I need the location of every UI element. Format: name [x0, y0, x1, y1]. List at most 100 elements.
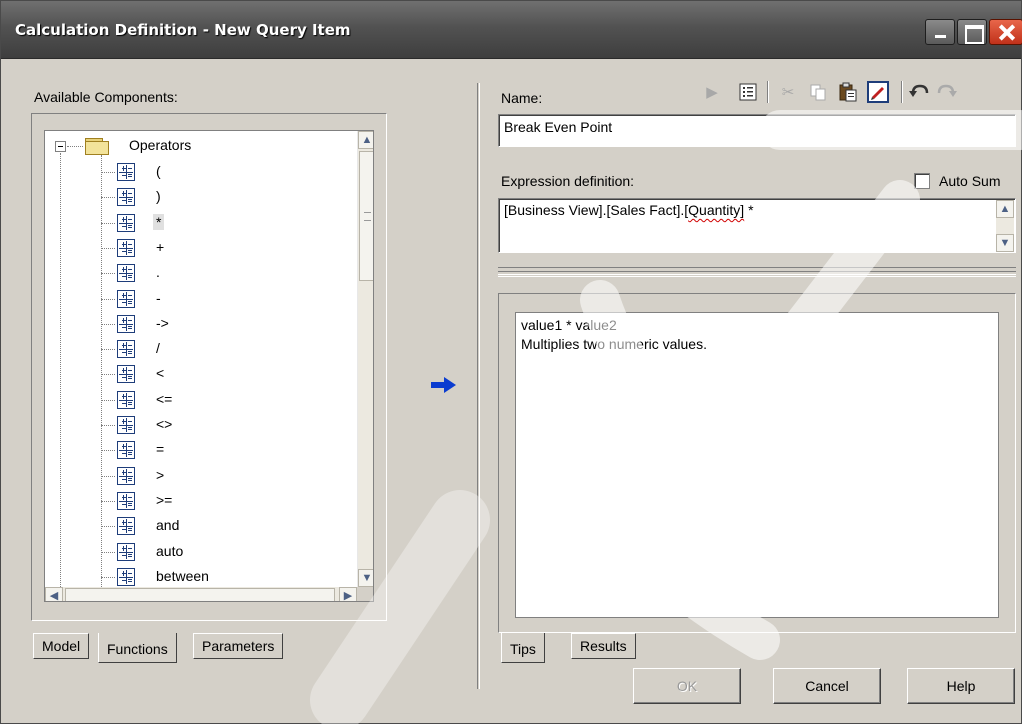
scroll-left-button[interactable]: ◀: [45, 587, 63, 601]
tree-node-operator[interactable]: ): [45, 185, 357, 210]
properties-icon[interactable]: [737, 81, 759, 103]
operator-label: =: [156, 441, 165, 458]
operator-label: auto: [156, 542, 184, 559]
tree-horizontal-scrollbar[interactable]: ◀ ▶: [45, 587, 357, 601]
expression-editor[interactable]: [Business View].[Sales Fact].[Quantity] …: [498, 198, 1016, 253]
undo-icon[interactable]: [909, 81, 931, 103]
toolbar-separator: [901, 81, 903, 103]
tips-content: value1 * value2 Multiplies two numeric v…: [515, 312, 999, 618]
scroll-up-button[interactable]: ▲: [358, 131, 373, 149]
tree-node-operator[interactable]: <>: [45, 413, 357, 438]
tree-node-operator[interactable]: .: [45, 261, 357, 286]
operator-label: .: [156, 264, 160, 281]
operator-label: -: [156, 289, 161, 306]
tree-guide-line: [101, 450, 115, 452]
run-icon[interactable]: ▶: [701, 81, 723, 103]
name-label: Name:: [501, 90, 543, 106]
expression-scrollbar[interactable]: ▲ ▼: [996, 200, 1014, 252]
tree-node-operator[interactable]: auto: [45, 540, 357, 565]
scroll-thumb[interactable]: [359, 151, 373, 281]
tree-node-operator[interactable]: =: [45, 438, 357, 463]
pane-divider[interactable]: [498, 267, 1016, 277]
tree-node-operator[interactable]: (: [45, 160, 357, 185]
copy-icon[interactable]: [807, 81, 829, 103]
tree-node-operators[interactable]: Operators: [129, 137, 191, 153]
tree-vertical-scrollbar[interactable]: ▲ ▼: [357, 131, 373, 587]
operator-function-icon: [117, 289, 135, 308]
tree-node-operator[interactable]: >=: [45, 489, 357, 514]
tree-guide-line: [101, 551, 115, 553]
tips-description: Multiplies two numeric values.: [521, 336, 707, 352]
tab-model[interactable]: Model: [33, 633, 90, 659]
minimize-button[interactable]: [925, 19, 955, 45]
operator-label: <=: [156, 390, 173, 407]
operator-function-icon: [117, 542, 135, 561]
close-button[interactable]: [989, 19, 1022, 45]
cancel-button[interactable]: Cancel: [773, 668, 881, 704]
components-tree[interactable]: Operators () * +. - -> / < <= <> = > >= and auto betwe…: [44, 130, 374, 602]
operator-label: and: [156, 517, 180, 534]
components-panel: Operators () * +. - -> / < <= <> = > >= and auto betwe…: [31, 113, 387, 621]
name-input[interactable]: Break Even Point: [498, 114, 1016, 147]
tree-node-operator[interactable]: +: [45, 236, 357, 261]
tree-node-operator[interactable]: -: [45, 287, 357, 312]
panel-splitter[interactable]: [477, 83, 480, 689]
operator-label: +: [156, 238, 165, 255]
tree-guide-line: [101, 247, 115, 249]
tab-functions[interactable]: Functions: [98, 633, 177, 663]
operator-function-icon: [117, 238, 135, 257]
tree-guide-line: [101, 349, 115, 351]
tree-node-operator[interactable]: *: [45, 211, 357, 236]
title-bar[interactable]: Calculation Definition - New Query Item: [1, 1, 1022, 59]
tree-guide-line: [101, 399, 115, 401]
expression-scroll-up[interactable]: ▲: [996, 200, 1014, 218]
tree-guide-line: [101, 475, 115, 477]
cut-icon[interactable]: ✂: [777, 81, 799, 103]
operator-function-icon: [117, 416, 135, 434]
paste-icon[interactable]: [837, 81, 859, 103]
tree-node-operator[interactable]: <=: [45, 388, 357, 413]
operator-function-icon: [117, 163, 135, 181]
tree-guide-line: [67, 146, 83, 147]
scroll-right-button[interactable]: ▶: [339, 587, 357, 601]
operator-function-icon: [117, 441, 135, 460]
operator-function-icon: [117, 264, 135, 283]
operator-label: ): [156, 188, 161, 205]
operator-function-icon: [117, 466, 135, 485]
folder-icon: [85, 138, 109, 155]
tab-results[interactable]: Results: [571, 633, 636, 659]
tree-node-operator[interactable]: <: [45, 362, 357, 387]
tree-node-operator[interactable]: between: [45, 565, 357, 587]
tree-node-operator[interactable]: /: [45, 337, 357, 362]
expression-definition-label: Expression definition:: [501, 173, 635, 189]
collapse-toggle-icon[interactable]: [55, 141, 66, 152]
tree-node-operator[interactable]: ->: [45, 312, 357, 337]
tree-guide-line: [101, 197, 115, 199]
tab-tips[interactable]: Tips: [501, 633, 545, 663]
help-button[interactable]: Help: [907, 668, 1015, 704]
tree-node-operator[interactable]: and: [45, 514, 357, 539]
operator-label: *: [153, 213, 165, 230]
tips-panel: value1 * value2 Multiplies two numeric v…: [498, 293, 1016, 633]
expression-text: [Business View].[Sales Fact].[: [504, 202, 689, 218]
edit-icon[interactable]: [867, 81, 889, 103]
operator-label: <>: [156, 416, 173, 432]
tree-guide-line: [101, 172, 115, 173]
redo-icon[interactable]: [935, 81, 957, 103]
horizontal-scroll-thumb[interactable]: [65, 588, 335, 601]
operator-label: >=: [156, 491, 173, 508]
available-components-label: Available Components:: [34, 89, 178, 105]
scroll-down-button[interactable]: ▼: [358, 569, 373, 587]
insert-arrow-icon[interactable]: [431, 377, 457, 393]
scrollbar-corner: [357, 587, 373, 601]
tab-parameters[interactable]: Parameters: [193, 633, 284, 659]
maximize-button[interactable]: [957, 19, 987, 45]
expression-scroll-down[interactable]: ▼: [996, 234, 1014, 252]
operator-function-icon: [117, 340, 135, 359]
ok-button[interactable]: OK: [633, 668, 741, 704]
tree-guide-line: [101, 425, 115, 426]
auto-sum-checkbox[interactable]: [914, 173, 930, 189]
tree-node-operator[interactable]: >: [45, 464, 357, 489]
operator-function-icon: [117, 314, 135, 333]
expression-misspelled-token: Quantity]: [688, 202, 745, 218]
